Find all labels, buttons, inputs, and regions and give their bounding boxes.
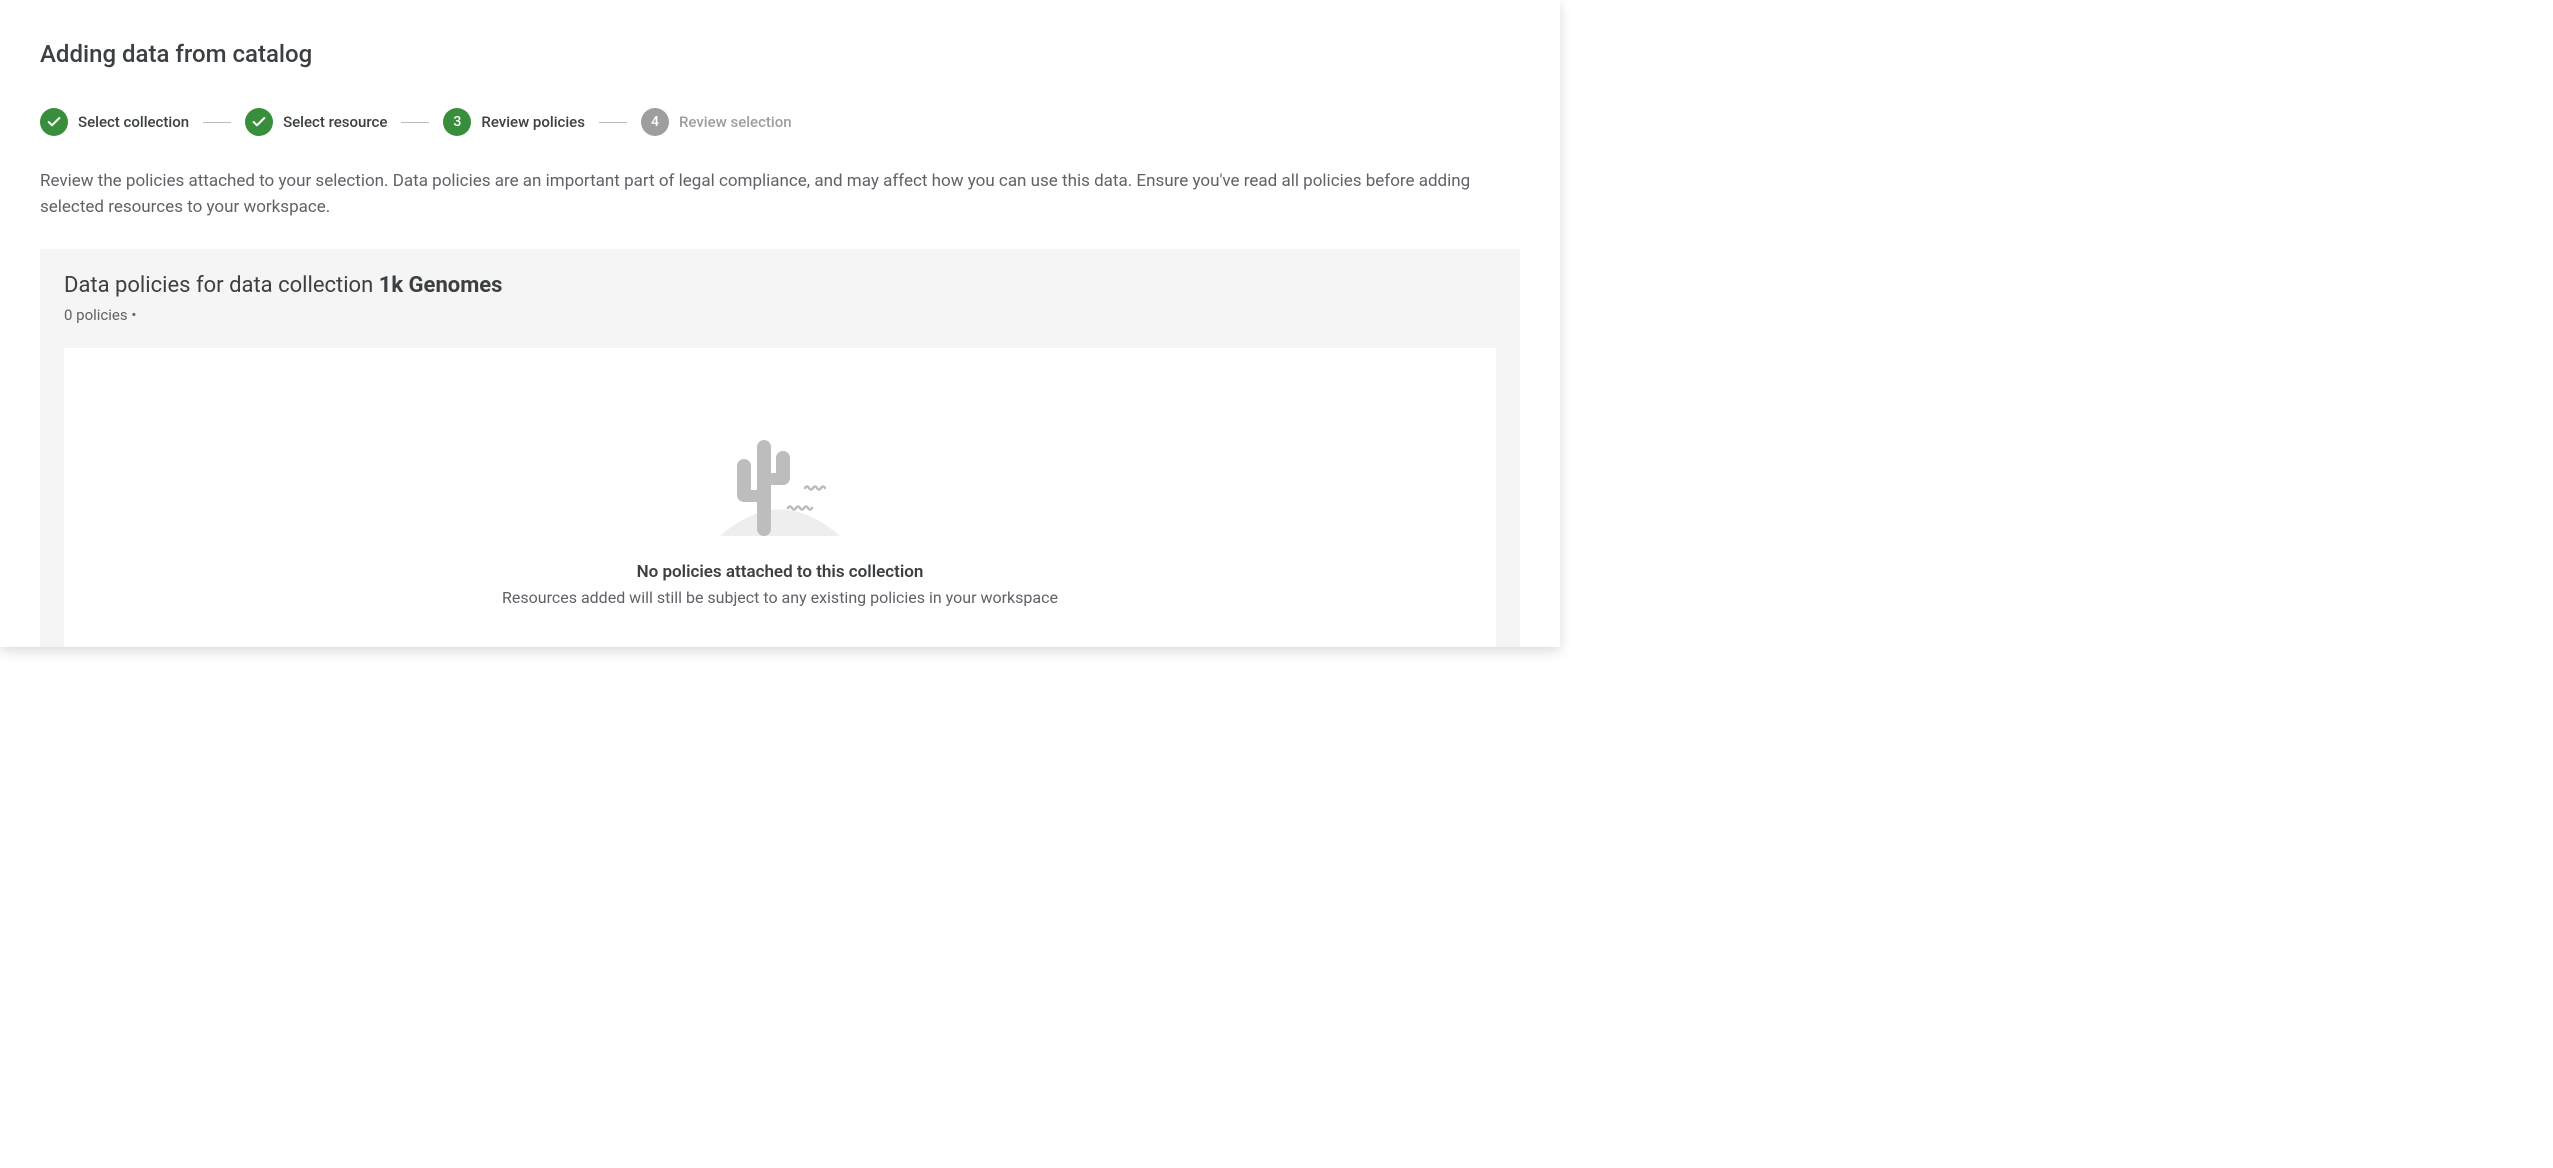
step-number-4: 4 — [651, 114, 659, 130]
step-review-policies[interactable]: 3 Review policies — [443, 108, 585, 136]
step-connector — [599, 122, 627, 123]
check-icon — [46, 114, 62, 130]
step-circle-1 — [40, 108, 68, 136]
step-circle-2 — [245, 108, 273, 136]
step-label-4: Review selection — [679, 113, 792, 131]
step-select-resource[interactable]: Select resource — [245, 108, 387, 136]
step-label-2: Select resource — [283, 113, 387, 131]
panel-subtitle: 0 policies • — [64, 306, 1496, 324]
step-label-1: Select collection — [78, 113, 189, 131]
page-title: Adding data from catalog — [40, 40, 1520, 68]
empty-state-title: No policies attached to this collection — [84, 562, 1476, 582]
check-icon — [251, 114, 267, 130]
panel-title: Data policies for data collection 1k Gen… — [64, 273, 1496, 298]
empty-state: No policies attached to this collection … — [64, 348, 1496, 647]
collection-name: 1k Genomes — [379, 273, 503, 298]
step-connector — [203, 122, 231, 123]
stepper: Select collection Select resource 3 Revi… — [40, 108, 1520, 136]
step-number-3: 3 — [453, 114, 461, 130]
empty-illustration-cactus-icon — [84, 428, 1476, 538]
description-text: Review the policies attached to your sel… — [40, 168, 1520, 221]
policies-panel: Data policies for data collection 1k Gen… — [40, 249, 1520, 647]
step-label-3: Review policies — [481, 113, 585, 131]
empty-state-subtitle: Resources added will still be subject to… — [84, 588, 1476, 607]
panel-title-prefix: Data policies for data collection — [64, 273, 379, 298]
step-review-selection[interactable]: 4 Review selection — [641, 108, 792, 136]
step-connector — [401, 122, 429, 123]
step-select-collection[interactable]: Select collection — [40, 108, 189, 136]
step-circle-3: 3 — [443, 108, 471, 136]
step-circle-4: 4 — [641, 108, 669, 136]
main-container: Adding data from catalog Select collecti… — [0, 0, 1560, 647]
